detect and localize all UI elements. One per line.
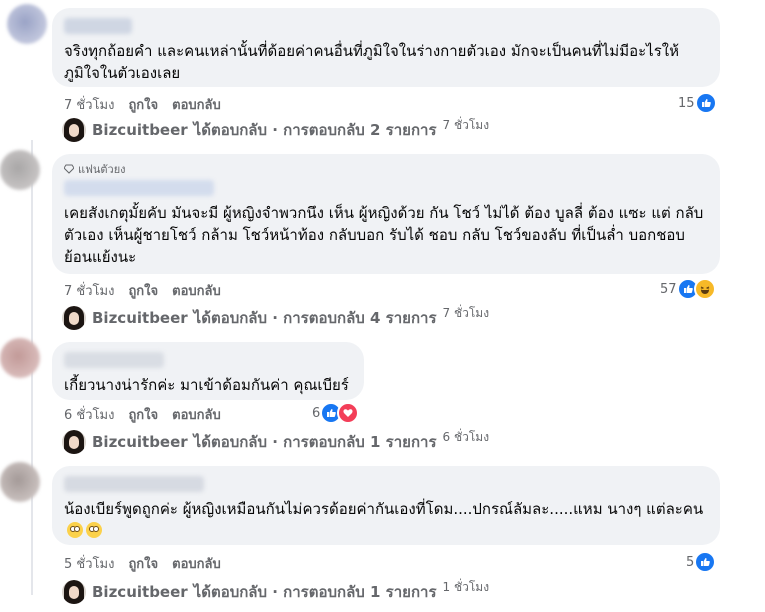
reply-summary[interactable]: Bizcuitbeer ได้ตอบกลับ · การตอบกลับ 2 รา… (62, 118, 489, 142)
commenter-name-blurred[interactable] (64, 18, 132, 34)
comment-text: เกี้ยวนางน่ารักค่ะ มาเข้าด้อมกันค่า คุณเ… (64, 376, 349, 394)
like-link[interactable]: ถูกใจ (128, 280, 158, 301)
comment-actions: 7 ชั่วโมง ถูกใจ ตอบกลับ (64, 280, 221, 301)
reply-summary[interactable]: Bizcuitbeer ได้ตอบกลับ · การตอบกลับ 1 รา… (62, 430, 489, 454)
reaction-count: 6 (312, 405, 321, 421)
like-link[interactable]: ถูกใจ (128, 404, 158, 425)
comment-time[interactable]: 7 ชั่วโมง (64, 94, 114, 115)
reaction-count: 57 (660, 281, 677, 297)
reaction-count: 15 (678, 95, 695, 111)
reaction-summary[interactable]: 6 (312, 402, 360, 424)
comment-time[interactable]: 6 ชั่วโมง (64, 404, 114, 425)
reply-time: 7 ชั่วโมง (442, 117, 490, 132)
badge-label: แฟนตัวยง (78, 163, 126, 176)
reaction-summary[interactable]: 5 (686, 551, 717, 573)
comment-bubble: จริงทุกถ้อยคำ และคนเหล่านั้นที่ด้อยค่าคน… (52, 8, 720, 87)
like-link[interactable]: ถูกใจ (128, 553, 158, 574)
like-link[interactable]: ถูกใจ (128, 94, 158, 115)
reply-time: 6 ชั่วโมง (442, 429, 490, 444)
comment-actions: 6 ชั่วโมง ถูกใจ ตอบกลับ (64, 404, 221, 425)
reply-time: 1 ชั่วโมง (442, 579, 490, 594)
reply-count-label: ได้ตอบกลับ · การตอบกลับ 2 รายการ (193, 121, 437, 139)
commenter-name-blurred[interactable] (64, 476, 204, 492)
reply-link[interactable]: ตอบกลับ (172, 94, 221, 115)
top-fan-badge: แฟนตัวยง (64, 162, 708, 176)
reply-link[interactable]: ตอบกลับ (172, 553, 221, 574)
reaction-summary[interactable]: 15 (678, 92, 717, 114)
reply-author: Bizcuitbeer (92, 583, 188, 601)
reply-link[interactable]: ตอบกลับ (172, 404, 221, 425)
page-avatar (62, 430, 86, 454)
reply-time: 7 ชั่วโมง (442, 305, 490, 320)
reply-author: Bizcuitbeer (92, 433, 188, 451)
commenter-name-blurred[interactable] (64, 180, 214, 196)
commenter-avatar[interactable] (0, 338, 40, 378)
reply-count-label: ได้ตอบกลับ · การตอบกลับ 1 รายการ (193, 583, 437, 601)
comment-actions: 5 ชั่วโมง ถูกใจ ตอบกลับ (64, 553, 221, 574)
like-reaction-icon (694, 92, 717, 114)
reply-summary[interactable]: Bizcuitbeer ได้ตอบกลับ · การตอบกลับ 1 รา… (62, 580, 489, 604)
rolling-eyes-emoji-icon (67, 522, 83, 538)
reply-summary[interactable]: Bizcuitbeer ได้ตอบกลับ · การตอบกลับ 4 รา… (62, 306, 489, 330)
comment-time[interactable]: 5 ชั่วโมง (64, 553, 114, 574)
love-reaction-icon (337, 402, 360, 424)
reply-link[interactable]: ตอบกลับ (172, 280, 221, 301)
rolling-eyes-emoji-icon (86, 522, 102, 538)
commenter-name-blurred[interactable] (64, 352, 164, 368)
commenter-avatar[interactable] (0, 150, 40, 190)
haha-reaction-icon (693, 278, 716, 300)
comment-bubble: เกี้ยวนางน่ารักค่ะ มาเข้าด้อมกันค่า คุณเ… (52, 342, 364, 400)
reply-author: Bizcuitbeer (92, 309, 188, 327)
reply-author: Bizcuitbeer (92, 121, 188, 139)
comment-text: จริงทุกถ้อยคำ และคนเหล่านั้นที่ด้อยค่าคน… (64, 42, 679, 82)
page-avatar (62, 306, 86, 330)
commenter-avatar[interactable] (0, 462, 40, 502)
comment-bubble: แฟนตัวยง เคยสังเกตุมั้ยคับ มันจะมี ผู้หญ… (52, 154, 720, 274)
reaction-count: 5 (686, 554, 695, 570)
commenter-avatar[interactable] (7, 4, 47, 44)
comment-actions: 7 ชั่วโมง ถูกใจ ตอบกลับ (64, 94, 221, 115)
diamond-icon (64, 164, 74, 174)
page-avatar (62, 580, 86, 604)
comment-text: น้องเบียร์พูดถูกค่ะ ผู้หญิงเหมือนกันไม่ค… (64, 498, 708, 542)
reply-count-label: ได้ตอบกลับ · การตอบกลับ 4 รายการ (193, 309, 437, 327)
reaction-summary[interactable]: 57 (660, 278, 716, 300)
page-avatar (62, 118, 86, 142)
like-reaction-icon (694, 551, 717, 573)
comment-bubble: น้องเบียร์พูดถูกค่ะ ผู้หญิงเหมือนกันไม่ค… (52, 466, 720, 545)
comment-time[interactable]: 7 ชั่วโมง (64, 280, 114, 301)
comment-text: เคยสังเกตุมั้ยคับ มันจะมี ผู้หญิงจำพวกนึ… (64, 204, 704, 266)
reply-count-label: ได้ตอบกลับ · การตอบกลับ 1 รายการ (193, 433, 437, 451)
